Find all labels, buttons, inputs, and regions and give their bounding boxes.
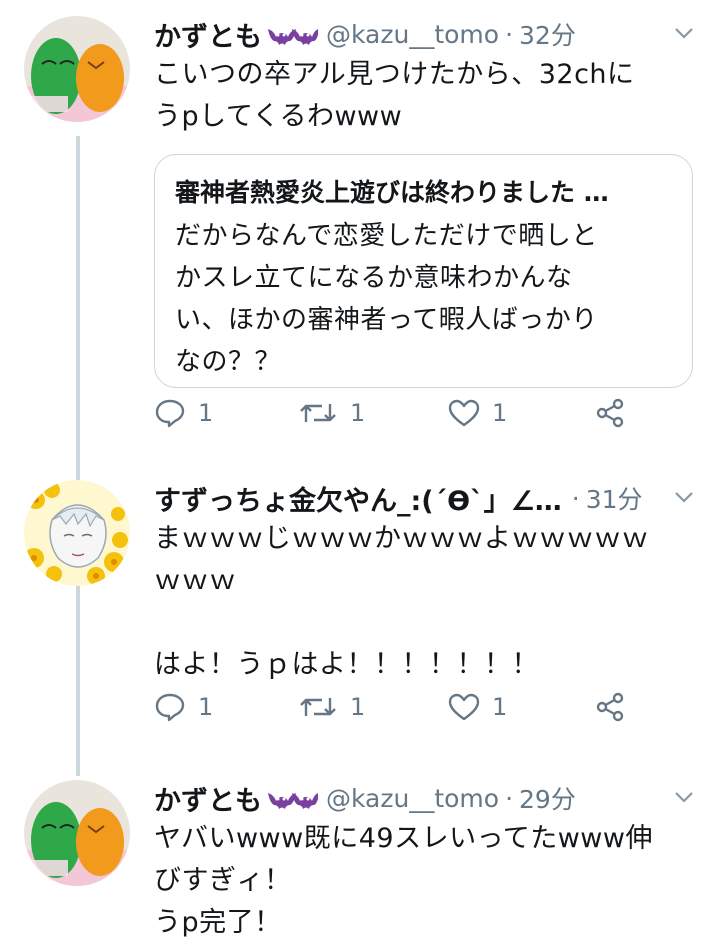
chevron-down-icon[interactable] [674, 790, 694, 804]
bat-icon [266, 785, 318, 811]
retweet-button[interactable]: 1 [298, 398, 365, 428]
like-button[interactable]: 1 [448, 398, 507, 428]
reply-icon [155, 693, 185, 722]
retweet-count: 1 [350, 693, 366, 721]
quoted-tweet[interactable]: 審神者熱愛炎上遊びは終わりました … だからなんで恋愛しただけで晒しと かスレ立… [154, 154, 693, 388]
bat-icon [266, 21, 318, 47]
reply-icon [155, 399, 185, 428]
user-handle[interactable]: @kazu__tomo [326, 784, 499, 813]
tweet-text: ヤバいwww既に49スレいってたwww伸 びすぎィ！ うp完了！ [154, 823, 653, 938]
share-button[interactable] [594, 398, 626, 428]
chevron-down-icon[interactable] [674, 490, 694, 504]
share-icon [596, 692, 624, 722]
like-count: 1 [492, 399, 508, 427]
avatar[interactable] [24, 480, 130, 586]
like-button[interactable]: 1 [448, 692, 507, 722]
tweet-text: こいつの卒アル見つけたから、32chに うpしてくるわwww [154, 59, 635, 132]
retweet-count: 1 [350, 399, 366, 427]
retweet-icon [300, 698, 336, 716]
chevron-down-icon[interactable] [674, 26, 694, 40]
tweet-actions: 1 1 1 [154, 692, 694, 732]
quoted-tweet-author: 審神者熱愛炎上遊びは終わりました … [175, 178, 609, 207]
avatar[interactable] [24, 780, 130, 886]
tweet[interactable]: すずっちょ金欠やん_:(´ϴ`」∠… · 31分 まｗｗｗじｗｗｗかｗｗｗよｗｗ… [0, 478, 720, 758]
like-count: 1 [492, 693, 508, 721]
reply-button[interactable]: 1 [154, 398, 213, 428]
reply-count: 1 [198, 399, 214, 427]
display-name[interactable]: すずっちょ金欠やん_:(´ϴ`」∠… [154, 479, 562, 518]
quoted-tweet-text: だからなんで恋愛しただけで晒しと かスレ立てになるか意味わかんな い、ほかの審神… [175, 221, 598, 377]
retweet-button[interactable]: 1 [298, 692, 365, 722]
separator-dot: · [505, 783, 514, 813]
timestamp[interactable]: 31分 [586, 480, 643, 516]
tweet-actions: 1 1 1 [154, 398, 694, 438]
share-icon [596, 398, 624, 428]
like-icon [448, 399, 480, 427]
timestamp[interactable]: 32分 [519, 16, 576, 52]
tweet-text: まｗｗｗじｗｗｗかｗｗｗよｗｗｗｗｗ ｗｗｗ はよ！うｐはよ！！！！！！！ [154, 523, 649, 680]
retweet-icon [300, 404, 336, 422]
share-button[interactable] [594, 692, 626, 722]
separator-dot: · [571, 483, 580, 513]
like-icon [448, 693, 480, 721]
tweet[interactable]: かずとも @kazu__tomo · 32分 こいつの卒アル見つけたから、32c… [0, 14, 720, 454]
avatar[interactable] [24, 16, 130, 122]
reply-count: 1 [198, 693, 214, 721]
display-name[interactable]: かずとも [154, 779, 262, 818]
user-handle[interactable]: @kazu__tomo [326, 20, 499, 49]
tweet[interactable]: かずとも @kazu__tomo · 29分 ヤバいwww既に49スレいってたw… [0, 778, 720, 950]
separator-dot: · [505, 19, 514, 49]
reply-button[interactable]: 1 [154, 692, 213, 722]
display-name[interactable]: かずとも [154, 15, 262, 54]
timestamp[interactable]: 29分 [519, 780, 576, 816]
